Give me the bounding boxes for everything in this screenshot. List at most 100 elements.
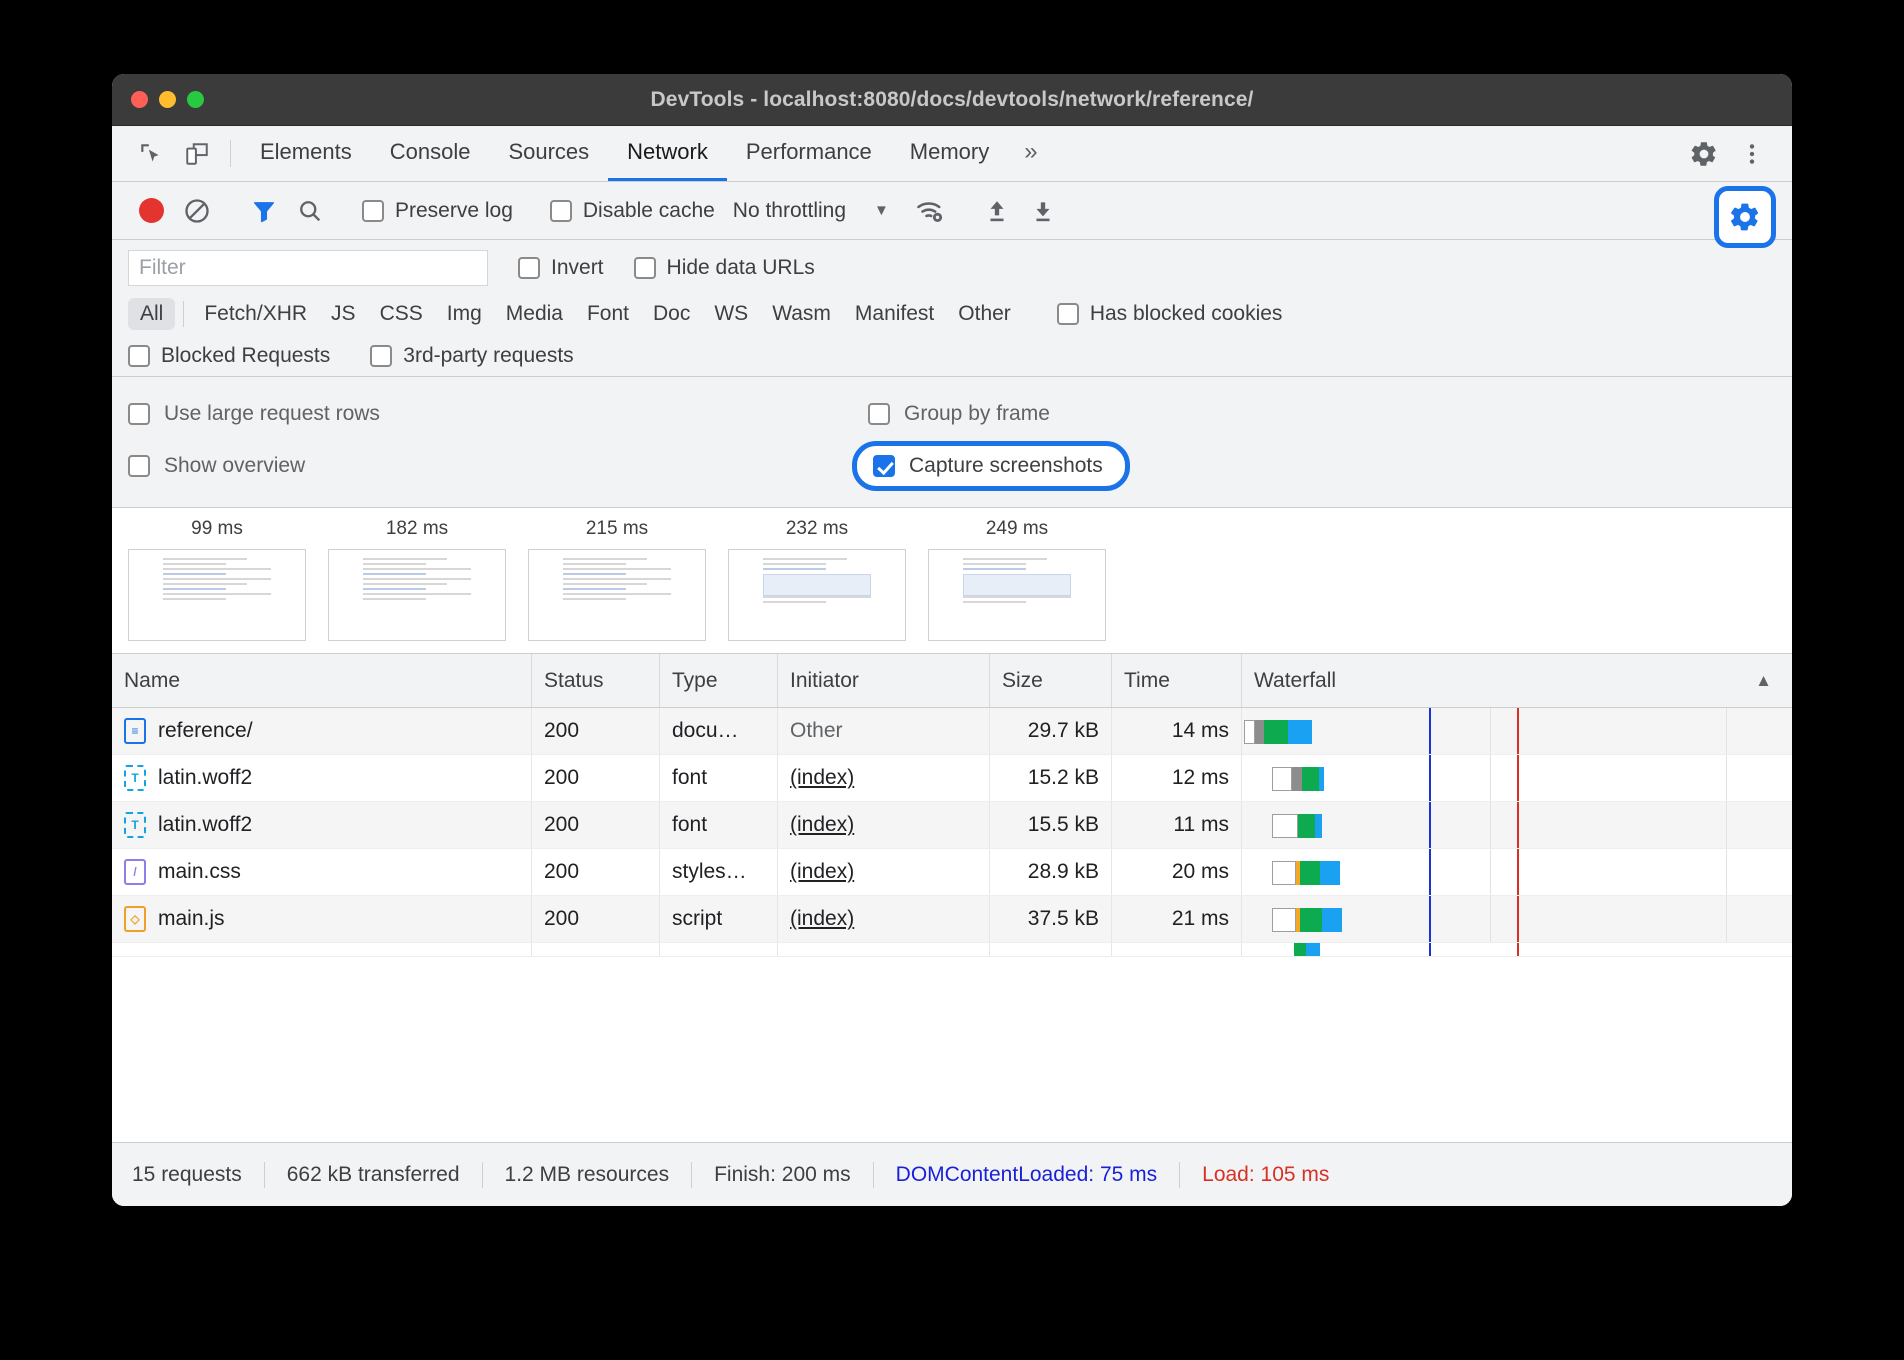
wifi-gear-icon[interactable] [907,188,953,234]
capture-screenshots-box[interactable] [873,455,895,477]
show-overview-checkbox[interactable]: Show overview [128,454,868,478]
filmstrip-frame[interactable]: 232 ms [728,518,906,641]
cell-initiator[interactable]: (index) [778,849,990,895]
type-filter-fetch-xhr[interactable]: Fetch/XHR [192,298,319,330]
cell-initiator[interactable]: (index) [778,896,990,942]
filmstrip-frame[interactable]: 99 ms [128,518,306,641]
cell-initiator[interactable]: (index) [778,802,990,848]
filmstrip-frame[interactable]: 182 ms [328,518,506,641]
filmstrip-thumbnail[interactable] [528,549,706,641]
cell-name[interactable]: T latin.woff2 [112,802,532,848]
cell-time: 14 ms [1112,708,1242,754]
invert-checkbox[interactable]: Invert [518,256,604,280]
column-header-status[interactable]: Status [532,654,660,707]
disable-cache-box[interactable] [550,200,572,222]
chevron-down-icon[interactable]: ▼ [874,202,889,219]
cell-name[interactable]: T latin.woff2 [112,755,532,801]
type-filter-css[interactable]: CSS [368,298,435,330]
table-row[interactable]: ≡ reference/ 200 docu… Other 29.7 kB 14 … [112,708,1792,755]
tab-network[interactable]: Network [608,126,727,181]
tab-performance[interactable]: Performance [727,126,891,181]
column-header-type[interactable]: Type [660,654,778,707]
type-filter-manifest[interactable]: Manifest [843,298,946,330]
throttling-select[interactable]: No throttling [733,199,846,223]
blocked-requests-checkbox[interactable]: Blocked Requests [128,344,330,368]
filter-placeholder: Filter [139,256,186,280]
minimize-window-button[interactable] [159,91,176,108]
use-large-request-rows-checkbox[interactable]: Use large request rows [128,402,868,426]
devtools-settings-gear-icon[interactable] [1680,130,1728,178]
tab-memory[interactable]: Memory [891,126,1008,181]
disable-cache-checkbox[interactable]: Disable cache [550,199,715,223]
preserve-log-box[interactable] [362,200,384,222]
close-window-button[interactable] [131,91,148,108]
type-filter-media[interactable]: Media [494,298,575,330]
search-icon[interactable] [287,188,333,234]
cell-name[interactable]: / main.css [112,849,532,895]
filter-funnel-icon[interactable] [241,188,287,234]
tab-sources[interactable]: Sources [489,126,608,181]
tab-elements[interactable]: Elements [241,126,371,181]
preserve-log-checkbox[interactable]: Preserve log [362,199,513,223]
table-row[interactable]: ◇ main.js 200 script (index) 37.5 kB 21 … [112,896,1792,943]
inspect-element-icon[interactable] [128,126,174,181]
devtools-more-options-icon[interactable] [1728,130,1776,178]
cell-name[interactable]: ≡ reference/ [112,708,532,754]
cell-type: styles… [660,849,778,895]
record-icon[interactable] [128,188,174,234]
table-row[interactable]: T latin.woff2 200 font (index) 15.2 kB 1… [112,755,1792,802]
filmstrip-frame[interactable]: 215 ms [528,518,706,641]
show-overview-box[interactable] [128,455,150,477]
device-toolbar-icon[interactable] [174,126,220,181]
window-controls[interactable] [131,91,204,108]
column-header-size[interactable]: Size [990,654,1112,707]
third-party-requests-box[interactable] [370,345,392,367]
filmstrip-frame[interactable]: 249 ms [928,518,1106,641]
type-filter-all[interactable]: All [128,298,175,330]
download-arrow-icon[interactable] [1020,188,1066,234]
filmstrip-thumbnail[interactable] [128,549,306,641]
hide-data-urls-checkbox[interactable]: Hide data URLs [634,256,815,280]
upload-arrow-icon[interactable] [974,188,1020,234]
type-filter-img[interactable]: Img [435,298,494,330]
column-header-initiator[interactable]: Initiator [778,654,990,707]
capture-screenshots-checkbox[interactable]: Capture screenshots [852,441,1130,491]
filter-input[interactable]: Filter [128,250,488,286]
type-filter-ws[interactable]: WS [702,298,760,330]
has-blocked-cookies-box[interactable] [1057,303,1079,325]
more-tabs-button[interactable]: » [1008,126,1053,181]
column-header-time[interactable]: Time [1112,654,1242,707]
column-header-name[interactable]: Name [112,654,532,707]
table-row[interactable] [112,943,1792,957]
type-filter-doc[interactable]: Doc [641,298,702,330]
initiator-link[interactable]: (index) [790,813,854,837]
invert-box[interactable] [518,257,540,279]
has-blocked-cookies-checkbox[interactable]: Has blocked cookies [1057,302,1283,326]
initiator-link[interactable]: (index) [790,860,854,884]
type-filter-other[interactable]: Other [946,298,1023,330]
cell-initiator[interactable]: (index) [778,755,990,801]
blocked-requests-box[interactable] [128,345,150,367]
clear-icon[interactable] [174,188,220,234]
filmstrip-thumbnail[interactable] [328,549,506,641]
type-filter-wasm[interactable]: Wasm [760,298,843,330]
initiator-link[interactable]: (index) [790,766,854,790]
cell-name[interactable]: ◇ main.js [112,896,532,942]
type-filter-font[interactable]: Font [575,298,641,330]
sort-ascending-icon[interactable]: ▲ [1755,671,1772,691]
initiator-link[interactable]: (index) [790,907,854,931]
group-by-frame-checkbox[interactable]: Group by frame [868,402,1050,426]
table-row[interactable]: T latin.woff2 200 font (index) 15.5 kB 1… [112,802,1792,849]
use-large-request-rows-box[interactable] [128,403,150,425]
hide-data-urls-box[interactable] [634,257,656,279]
filmstrip-thumbnail[interactable] [928,549,1106,641]
type-filter-js[interactable]: JS [319,298,368,330]
filmstrip-thumbnail[interactable] [728,549,906,641]
network-settings-gear-icon[interactable] [1714,186,1776,248]
third-party-requests-checkbox[interactable]: 3rd-party requests [370,344,573,368]
group-by-frame-box[interactable] [868,403,890,425]
column-header-waterfall[interactable]: Waterfall ▲ [1242,654,1792,707]
tab-console[interactable]: Console [371,126,490,181]
table-row[interactable]: / main.css 200 styles… (index) 28.9 kB 2… [112,849,1792,896]
maximize-window-button[interactable] [187,91,204,108]
